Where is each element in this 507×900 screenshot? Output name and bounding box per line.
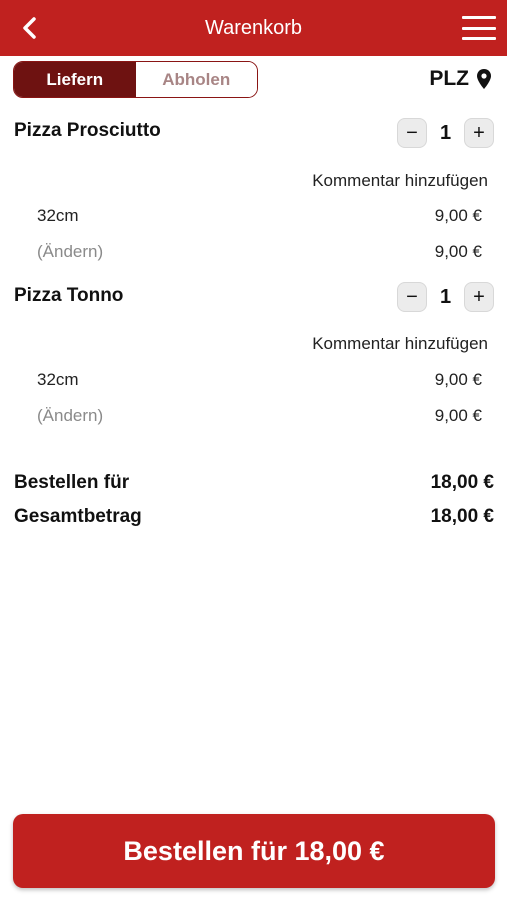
add-comment-link[interactable]: Kommentar hinzufügen <box>312 171 488 191</box>
minus-icon: − <box>406 285 418 308</box>
decrease-quantity-button[interactable]: − <box>397 118 427 148</box>
plus-icon: + <box>473 285 485 308</box>
total-value: 18,00 € <box>430 506 494 527</box>
item-total-price: 9,00 € <box>434 406 482 425</box>
item-total-price: 9,00 € <box>434 242 482 261</box>
plz-selector[interactable]: PLZ <box>429 64 491 94</box>
cart-item-name: Pizza Tonno <box>14 285 124 306</box>
cart-item-name: Pizza Prosciutto <box>14 120 161 141</box>
quantity-stepper: − 1 + <box>397 118 494 148</box>
chevron-left-icon <box>23 17 36 39</box>
increase-quantity-button[interactable]: + <box>464 282 494 312</box>
quantity-value: 1 <box>439 285 452 308</box>
quantity-value: 1 <box>439 121 452 144</box>
app-header: Warenkorb <box>0 0 507 56</box>
place-order-button[interactable]: Bestellen für 18,00 € <box>13 814 495 888</box>
back-button[interactable] <box>14 12 44 44</box>
item-size-price: 9,00 € <box>434 206 482 225</box>
quantity-stepper: − 1 + <box>397 282 494 312</box>
hamburger-menu-icon <box>462 16 496 19</box>
map-pin-icon <box>477 69 491 89</box>
minus-icon: − <box>406 121 418 144</box>
change-item-link[interactable]: (Ändern) <box>37 406 103 426</box>
item-size-price: 9,00 € <box>434 370 482 389</box>
delivery-mode-toggle: Liefern Abholen <box>13 61 258 98</box>
plus-icon: + <box>473 121 485 144</box>
item-size: 32cm <box>37 370 79 389</box>
plz-label: PLZ <box>429 67 469 90</box>
toggle-deliver[interactable]: Liefern <box>14 62 136 97</box>
add-comment-link[interactable]: Kommentar hinzufügen <box>312 334 488 354</box>
hamburger-menu-button[interactable] <box>461 14 497 42</box>
page-title: Warenkorb <box>204 16 303 39</box>
change-item-link[interactable]: (Ändern) <box>37 242 103 262</box>
decrease-quantity-button[interactable]: − <box>397 282 427 312</box>
order-for-value: 18,00 € <box>430 472 494 493</box>
toggle-pickup[interactable]: Abholen <box>135 62 257 97</box>
order-for-label: Bestellen für <box>14 472 130 493</box>
total-label: Gesamtbetrag <box>14 506 142 527</box>
item-size: 32cm <box>37 206 79 225</box>
increase-quantity-button[interactable]: + <box>464 118 494 148</box>
